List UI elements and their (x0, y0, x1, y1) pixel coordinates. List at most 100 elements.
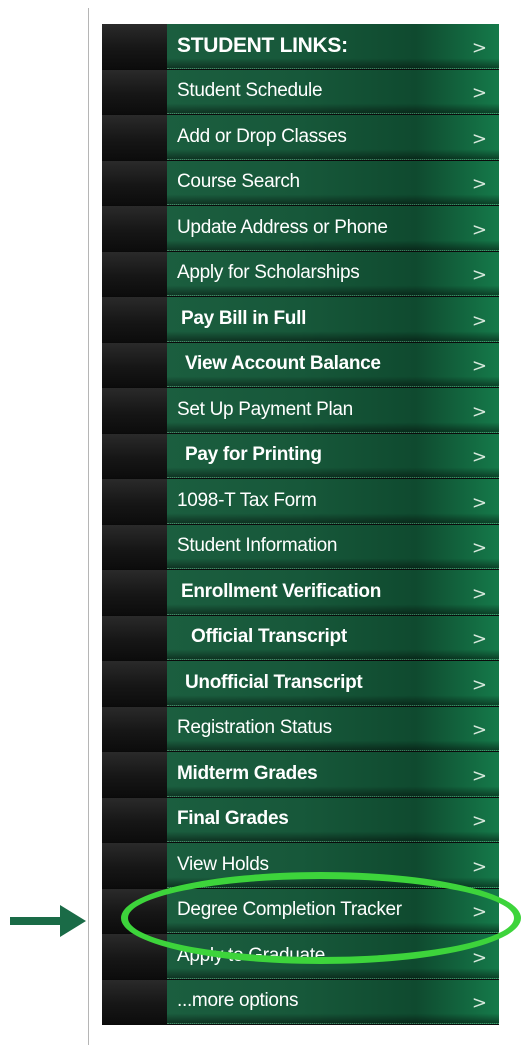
menu-item-bar[interactable]: Official Transcript > (167, 615, 499, 660)
menu-item-bar[interactable]: Pay for Printing > (167, 433, 499, 478)
menu-item-view-account-balance[interactable]: View Account Balance > (102, 342, 499, 388)
menu-item-midterm-grades[interactable]: Midterm Grades > (102, 752, 499, 798)
chevron-right-icon: > (471, 173, 487, 195)
row-left-block (102, 479, 167, 524)
menu-item-label: Official Transcript (191, 626, 347, 648)
menu-item-pay-bill-in-full[interactable]: Pay Bill in Full > (102, 297, 499, 343)
menu-item-label: View Account Balance (185, 353, 381, 375)
menu-item-label: Pay Bill in Full (181, 307, 307, 329)
menu-item-label: Update Address or Phone (177, 216, 388, 238)
menu-item-label: Set Up Payment Plan (177, 398, 353, 420)
menu-item-label: View Holds (177, 853, 269, 875)
menu-item-enrollment-verification[interactable]: Enrollment Verification > (102, 570, 499, 616)
menu-item-bar[interactable]: Enrollment Verification > (167, 570, 499, 615)
menu-item-pay-for-printing[interactable]: Pay for Printing > (102, 433, 499, 479)
row-left-block (102, 979, 167, 1024)
chevron-right-icon: > (471, 947, 487, 969)
menu-item-bar[interactable]: Registration Status > (167, 706, 499, 751)
menu-item-bar[interactable]: Student Information > (167, 524, 499, 569)
row-left-block (102, 388, 167, 433)
chevron-right-icon: > (471, 719, 487, 741)
menu-item-label: 1098-T Tax Form (177, 489, 317, 511)
menu-item-degree-completion-tracker[interactable]: Degree Completion Tracker > (102, 888, 499, 934)
row-left-block (102, 115, 167, 160)
menu-item-label: Course Search (177, 171, 300, 193)
menu-item-bar[interactable]: 1098-T Tax Form > (167, 479, 499, 524)
menu-item-student-information[interactable]: Student Information > (102, 524, 499, 570)
row-left-block (102, 888, 167, 933)
menu-item-unofficial-transcript[interactable]: Unofficial Transcript > (102, 661, 499, 707)
menu-item-bar[interactable]: View Holds > (167, 843, 499, 888)
menu-item-bar[interactable]: Degree Completion Tracker > (167, 888, 499, 933)
chevron-right-icon: > (471, 492, 487, 514)
menu-item-label: Unofficial Transcript (185, 671, 363, 693)
menu-item-course-search[interactable]: Course Search > (102, 160, 499, 206)
menu-item-apply-for-scholarships[interactable]: Apply for Scholarships > (102, 251, 499, 297)
chevron-right-icon: > (471, 810, 487, 832)
arrow-right-icon (10, 905, 86, 937)
menu-item-bar[interactable]: Pay Bill in Full > (167, 297, 499, 342)
menu-item-update-address-or-phone[interactable]: Update Address or Phone > (102, 206, 499, 252)
menu-item-set-up-payment-plan[interactable]: Set Up Payment Plan > (102, 388, 499, 434)
row-left-block (102, 843, 167, 888)
row-left-block (102, 706, 167, 751)
row-left-block (102, 433, 167, 478)
menu-item-label: Add or Drop Classes (177, 125, 347, 147)
chevron-right-icon: > (471, 992, 487, 1014)
menu-item-1098-t-tax-form[interactable]: 1098-T Tax Form > (102, 479, 499, 525)
row-left-block (102, 342, 167, 387)
chevron-right-icon: > (471, 537, 487, 559)
menu-item-apply-to-graduate[interactable]: Apply to Graduate > (102, 934, 499, 980)
row-left-block (102, 661, 167, 706)
chevron-right-icon: > (471, 128, 487, 150)
menu-item-label: Degree Completion Tracker (177, 899, 402, 921)
menu-item-bar[interactable]: Midterm Grades > (167, 752, 499, 797)
row-left-block (102, 160, 167, 205)
menu-item-bar[interactable]: Apply to Graduate > (167, 934, 499, 979)
row-left-block (102, 615, 167, 660)
arrow-shape (10, 905, 86, 937)
row-left-block (102, 570, 167, 615)
chevron-right-icon: > (471, 628, 487, 650)
chevron-right-icon: > (471, 355, 487, 377)
chevron-right-icon: > (471, 401, 487, 423)
chevron-right-icon: > (471, 446, 487, 468)
row-left-block (102, 297, 167, 342)
chevron-right-icon: > (471, 82, 487, 104)
row-left-block (102, 752, 167, 797)
menu-item-bar[interactable]: Course Search > (167, 160, 499, 205)
menu-item-bar[interactable]: Add or Drop Classes > (167, 115, 499, 160)
menu-item-bar[interactable]: Update Address or Phone > (167, 206, 499, 251)
menu-item-official-transcript[interactable]: Official Transcript > (102, 615, 499, 661)
menu-item-bar[interactable]: Apply for Scholarships > (167, 251, 499, 296)
menu-item-bar[interactable]: Final Grades > (167, 797, 499, 842)
menu-item-bar[interactable]: View Account Balance > (167, 342, 499, 387)
row-left-block (102, 251, 167, 296)
menu-item-label: Pay for Printing (185, 444, 322, 466)
chevron-right-icon: > (471, 310, 487, 332)
menu-item-view-holds[interactable]: View Holds > (102, 843, 499, 889)
menu-item-registration-status[interactable]: Registration Status > (102, 706, 499, 752)
menu-item-label: Final Grades (177, 808, 289, 830)
row-left-block (102, 934, 167, 979)
chevron-right-icon: > (471, 674, 487, 696)
chevron-right-icon: > (471, 765, 487, 787)
menu-item-student-schedule[interactable]: Student Schedule > (102, 69, 499, 115)
row-left-block (102, 69, 167, 114)
menu-item-bar[interactable]: ...more options > (167, 979, 499, 1024)
menu-item-label: Enrollment Verification (181, 580, 382, 602)
menu-item-label: Midterm Grades (177, 762, 318, 784)
menu-item-bar[interactable]: Student Schedule > (167, 69, 499, 114)
chevron-right-icon: > (471, 901, 487, 923)
row-left-block (102, 524, 167, 569)
menu-item-label: Apply to Graduate (177, 944, 326, 966)
row-left-block (102, 24, 167, 69)
menu-item-bar[interactable]: Set Up Payment Plan > (167, 388, 499, 433)
chevron-right-icon: > (471, 583, 487, 605)
menu-item-bar[interactable]: Unofficial Transcript > (167, 661, 499, 706)
menu-item-add-or-drop-classes[interactable]: Add or Drop Classes > (102, 115, 499, 161)
menu-item-more-options[interactable]: ...more options > (102, 979, 499, 1025)
chevron-right-icon: > (471, 856, 487, 878)
menu-item-label: Registration Status (177, 717, 332, 739)
menu-item-final-grades[interactable]: Final Grades > (102, 797, 499, 843)
